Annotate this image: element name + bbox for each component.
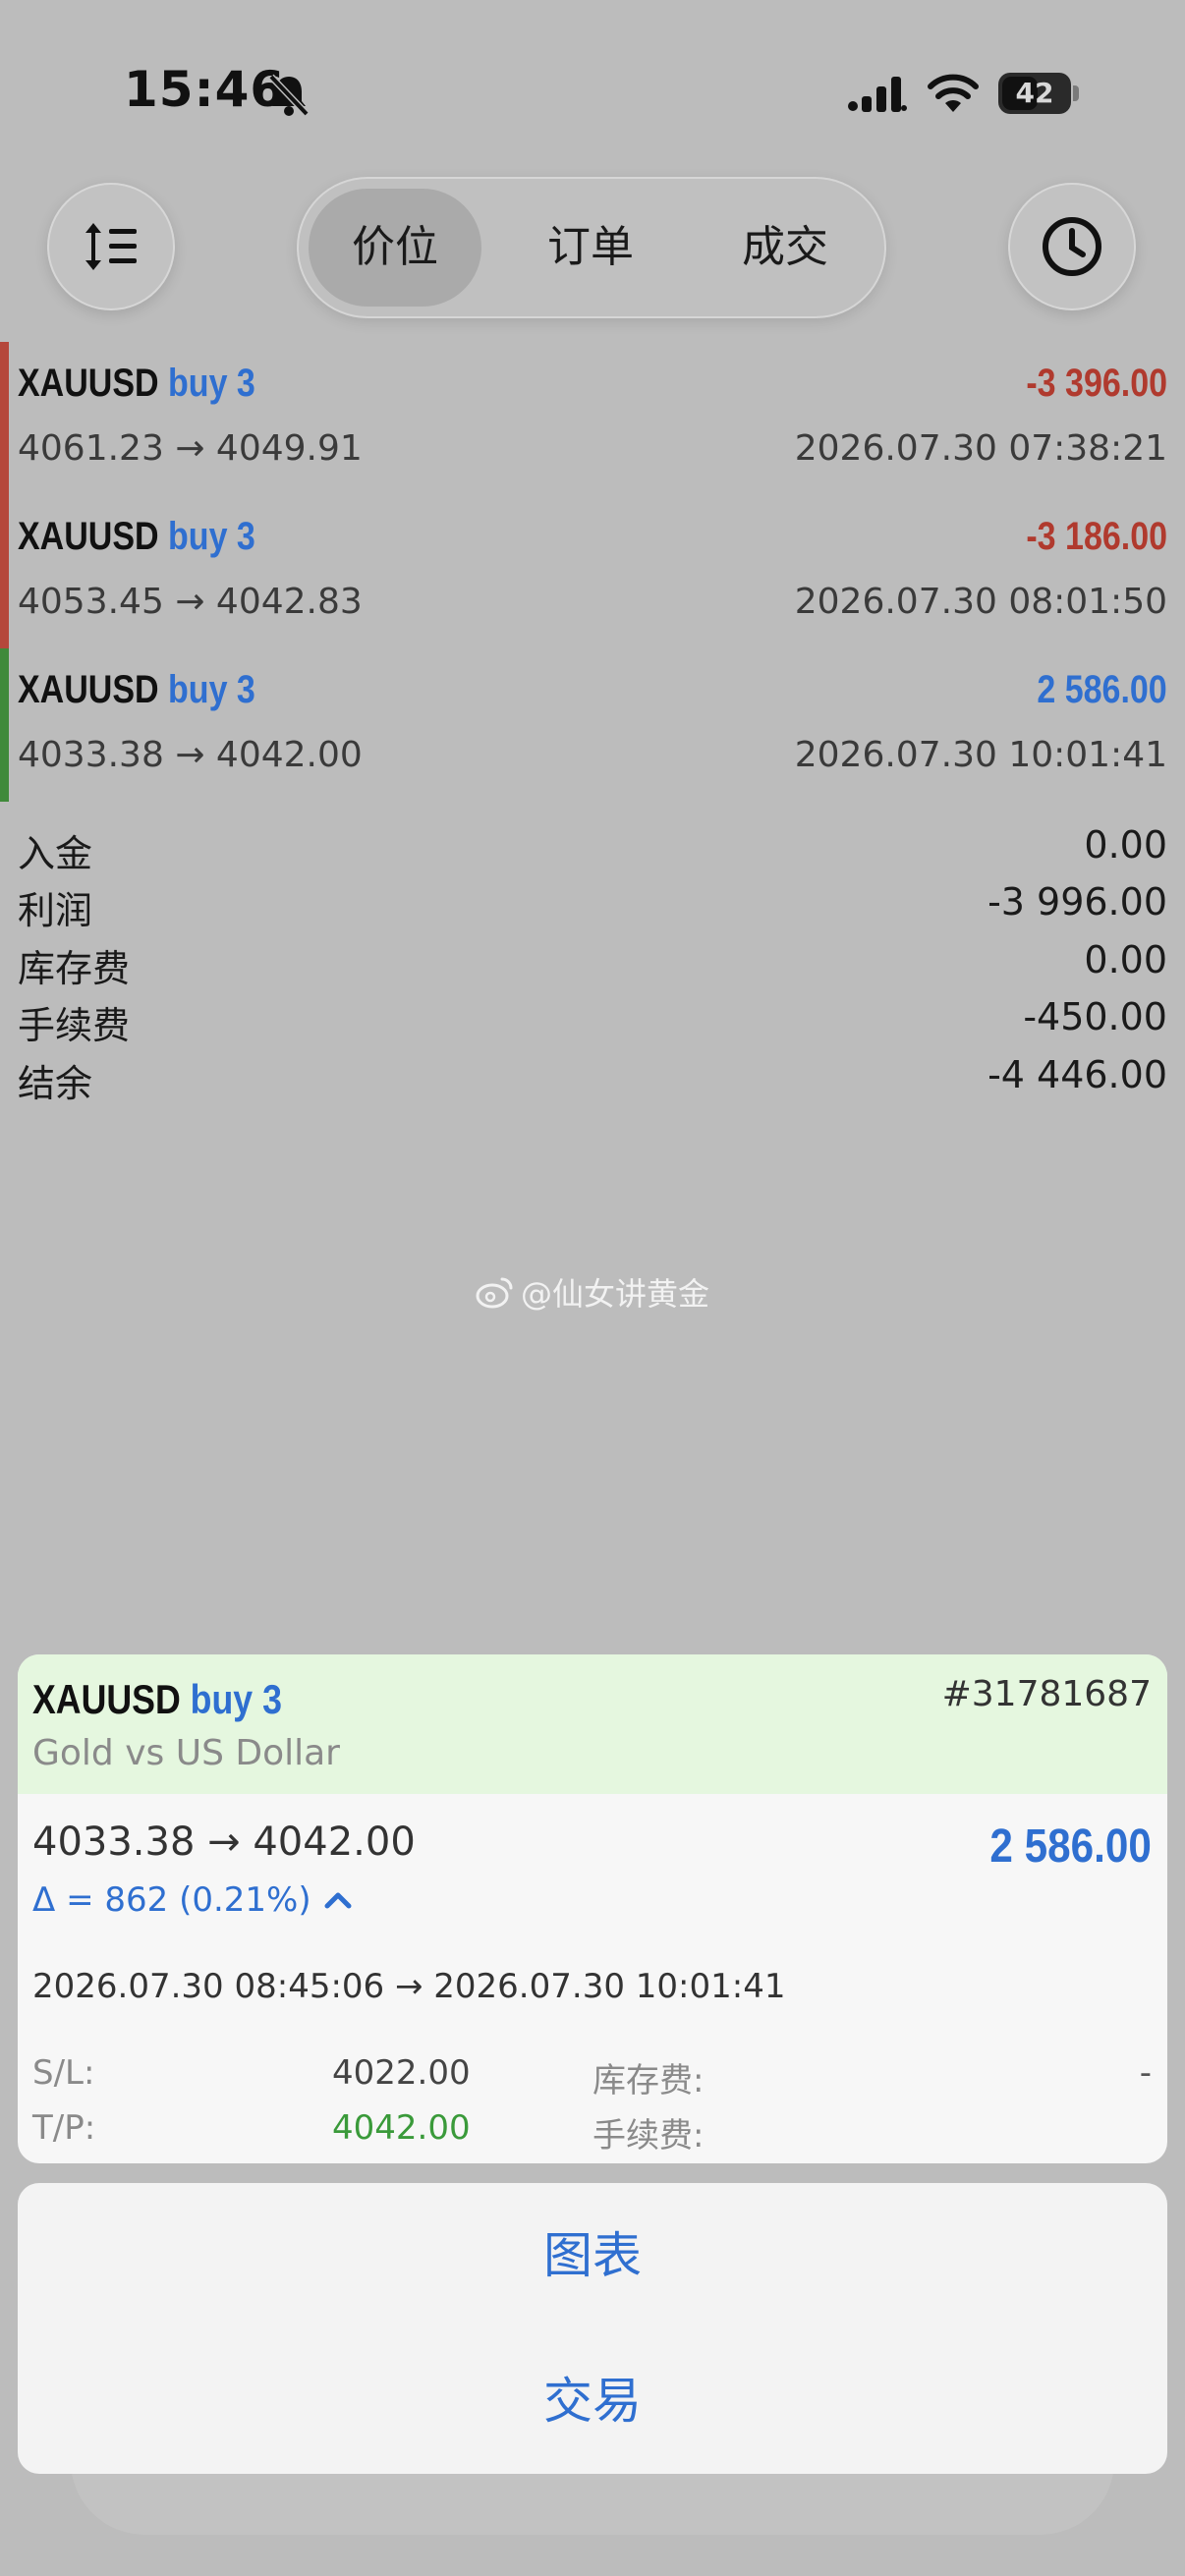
- deal-side: buy 3: [168, 515, 255, 558]
- summary-value: -3 996.00: [988, 880, 1167, 924]
- commission-label: 手续费:: [592, 2116, 705, 2156]
- summary-commission: 手续费 -450.00: [18, 995, 1167, 1052]
- detail-delta[interactable]: Δ = 862 (0.21%): [32, 1880, 353, 1920]
- deal-status-bar: [0, 648, 9, 802]
- summary-swap: 库存费 0.00: [18, 938, 1167, 995]
- deal-time: 2026.07.30 08:01:50: [794, 582, 1167, 622]
- deal-profit: -3 396.00: [1026, 362, 1167, 405]
- deal-status-bar: [0, 495, 9, 648]
- detail-header: XAUUSD buy 3 #31781687 Gold vs US Dollar: [18, 1654, 1167, 1794]
- tab-price[interactable]: 价位: [309, 189, 481, 307]
- detail-prices: 4033.38 → 4042.00: [32, 1820, 416, 1865]
- tab-orders[interactable]: 订单: [499, 189, 682, 307]
- chevron-up-icon: [324, 1892, 352, 1909]
- deal-detail-card: XAUUSD buy 3 #31781687 Gold vs US Dollar…: [18, 1654, 1167, 2163]
- clock-icon: [1043, 217, 1101, 276]
- deal-profit: -3 186.00: [1026, 515, 1167, 558]
- sl-label: S/L:: [32, 2053, 95, 2093]
- segmented-tabs: 价位 订单 成交: [297, 177, 886, 318]
- status-time: 15:46: [124, 61, 286, 118]
- summary-label: 手续费: [18, 1004, 131, 1047]
- sort-button[interactable]: [47, 183, 175, 310]
- summary-label: 库存费: [18, 947, 131, 990]
- summary-label: 结余: [18, 1062, 93, 1105]
- deal-row[interactable]: XAUUSD buy 3 -3 396.00 4061.23 → 4049.91…: [0, 342, 1185, 495]
- weibo-icon: [476, 1277, 513, 1309]
- summary-value: -450.00: [1023, 995, 1167, 1038]
- detail-times: 2026.07.30 08:45:06 → 2026.07.30 10:01:4…: [32, 1967, 786, 2006]
- deal-row[interactable]: XAUUSD buy 3 -3 186.00 4053.45 → 4042.83…: [0, 495, 1185, 648]
- sl-value: 4022.00: [332, 2053, 471, 2093]
- deal-status-bar: [0, 342, 9, 495]
- summary-profit: 利润 -3 996.00: [18, 880, 1167, 937]
- trade-button[interactable]: 交易: [18, 2328, 1167, 2474]
- battery-level: 42: [1015, 77, 1054, 109]
- wifi-icon: [928, 74, 979, 112]
- tab-deals[interactable]: 成交: [694, 189, 876, 307]
- detail-delta-text: Δ = 862 (0.21%): [32, 1880, 311, 1920]
- deal-side: buy 3: [168, 362, 255, 405]
- swap-value: -: [1139, 2053, 1152, 2093]
- summary-value: 0.00: [1084, 938, 1167, 981]
- detail-symbol: XAUUSD: [32, 1676, 181, 1722]
- chart-button[interactable]: 图表: [18, 2183, 1167, 2328]
- deal-symbol: XAUUSD: [18, 668, 159, 711]
- action-sheet: 图表 交易: [18, 2183, 1167, 2474]
- sort-icon: [85, 223, 137, 270]
- tp-label: T/P:: [32, 2108, 96, 2148]
- deal-symbol: XAUUSD: [18, 515, 159, 558]
- battery-icon: 42: [998, 73, 1079, 114]
- watermark-text: @仙女讲黄金: [521, 1275, 710, 1313]
- summary-value: 0.00: [1084, 823, 1167, 867]
- deal-profit: 2 586.00: [1037, 668, 1167, 711]
- deal-time: 2026.07.30 07:38:21: [794, 428, 1167, 469]
- signal-icon: [848, 77, 907, 112]
- bell-slash-icon: [268, 74, 310, 117]
- detail-profit: 2 586.00: [989, 1820, 1152, 1873]
- watermark: @仙女讲黄金: [476, 1269, 709, 1315]
- deal-time: 2026.07.30 10:01:41: [794, 735, 1167, 775]
- history-button[interactable]: [1008, 183, 1136, 310]
- swap-label: 库存费:: [592, 2061, 705, 2100]
- deal-row[interactable]: XAUUSD buy 3 2 586.00 4033.38 → 4042.00 …: [0, 648, 1185, 802]
- tp-value: 4042.00: [332, 2108, 471, 2148]
- detail-side: buy 3: [190, 1676, 282, 1722]
- summary-value: -4 446.00: [988, 1053, 1167, 1096]
- summary-balance: 结余 -4 446.00: [18, 1053, 1167, 1110]
- deal-prices: 4033.38 → 4042.00: [18, 735, 363, 775]
- summary-deposit: 入金 0.00: [18, 823, 1167, 880]
- deal-symbol: XAUUSD: [18, 362, 159, 405]
- detail-order-id: #31781687: [941, 1674, 1152, 1714]
- summary-label: 利润: [18, 889, 93, 932]
- deal-side: buy 3: [168, 668, 255, 711]
- deal-prices: 4061.23 → 4049.91: [18, 428, 363, 469]
- detail-description: Gold vs US Dollar: [32, 1733, 340, 1773]
- deal-prices: 4053.45 → 4042.83: [18, 582, 363, 622]
- summary-label: 入金: [18, 832, 93, 875]
